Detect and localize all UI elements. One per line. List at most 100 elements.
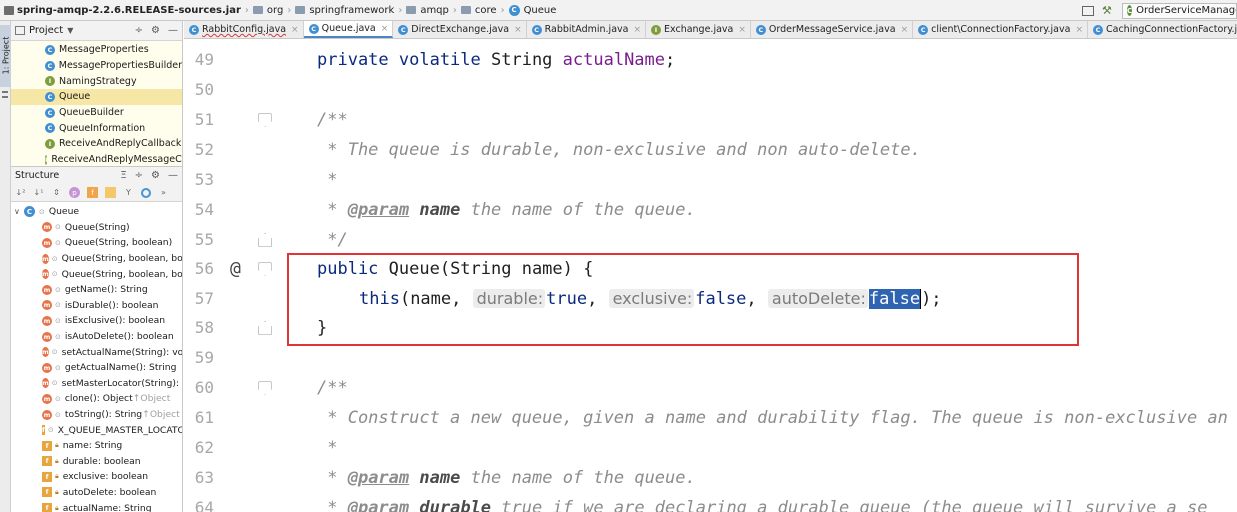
javadoc-param: name [419, 467, 461, 488]
autoscroll-icon[interactable] [141, 187, 151, 198]
structure-item[interactable]: m ⊙ clone(): Object ↑Object [11, 391, 182, 407]
comma: , [746, 288, 757, 309]
close-icon[interactable]: × [381, 24, 389, 34]
tab-directexchange[interactable]: C DirectExchange.java × [393, 21, 527, 38]
project-item-queuebuilder[interactable]: C QueueBuilder [11, 105, 182, 121]
structure-panel-header: Structure Ξ ÷ ⚙ — [11, 167, 182, 184]
project-item-namingstrategy[interactable]: I NamingStrategy [11, 73, 182, 89]
collapse-all-icon[interactable]: ÷ [135, 25, 143, 36]
structure-item[interactable]: m ⊙ setMasterLocator(String): v [11, 376, 182, 392]
structure-item[interactable]: m ⊙ toString(): String ↑Object [11, 407, 182, 423]
structure-item[interactable]: m ⊙ getName(): String [11, 282, 182, 298]
structure-item[interactable]: m ⊙ isDurable(): boolean [11, 298, 182, 314]
project-view-select[interactable]: Project [29, 25, 63, 36]
structure-item[interactable]: m ⊙ Queue(String, boolean, boo [11, 266, 182, 282]
structure-item[interactable]: m ⊙ Queue(String, boolean, boo [11, 251, 182, 267]
structure-item-label: getName(): String [64, 284, 148, 296]
comment-prefix: * [317, 467, 348, 488]
expand-all-icon[interactable]: Ξ [120, 170, 126, 181]
project-item-messageproperties[interactable]: C MessageProperties [11, 42, 182, 58]
folder-icon [460, 6, 471, 14]
project-tool-button[interactable]: 1: Project [0, 25, 11, 87]
sort-alpha-icon[interactable]: ↓² [15, 187, 26, 198]
annotation-marker-icon[interactable]: @ [230, 258, 241, 279]
method-icon: m [42, 315, 52, 326]
show-inherited-icon[interactable]: ⇕ [51, 187, 62, 198]
hide-icon[interactable]: — [168, 25, 178, 36]
structure-item[interactable]: f 🔒︎ actualName: String [11, 500, 182, 512]
field-icon: f [42, 471, 52, 482]
structure-item[interactable]: m ⊙ Queue(String, boolean) [11, 235, 182, 251]
window-icon[interactable] [1082, 5, 1094, 16]
breadcrumb-org[interactable]: org [267, 5, 283, 16]
tab-cachingconnectionfactory[interactable]: C CachingConnectionFactory.java × [1088, 21, 1237, 38]
structure-root-queue[interactable]: ∨ C ⊙ Queue [11, 204, 182, 220]
show-non-public-icon[interactable] [105, 187, 116, 198]
call-args-close: ); [921, 288, 942, 309]
line-number: 56 [194, 259, 214, 279]
run-configuration-select[interactable]: C OrderServiceManagerA [1122, 2, 1237, 19]
sort-visibility-icon[interactable]: ↓¹ [33, 187, 44, 198]
tab-rabbitadmin[interactable]: C RabbitAdmin.java × [527, 21, 647, 38]
code-editor[interactable]: 49 private volatile String actualName; 5… [184, 40, 1237, 512]
breadcrumb-jar[interactable]: spring-amqp-2.2.6.RELEASE-sources.jar [17, 5, 241, 16]
code-line: 52 * The queue is durable, non-exclusive… [184, 135, 1237, 165]
structure-item[interactable]: m ⊙ setActualName(String): void [11, 344, 182, 360]
show-properties-icon[interactable]: p [69, 187, 80, 198]
line-number: 57 [194, 289, 214, 309]
comment-text: * @param name the name of the queue. [317, 200, 696, 220]
breadcrumb-queue[interactable]: Queue [524, 5, 557, 16]
structure-item[interactable]: f 🔒︎ autoDelete: boolean [11, 485, 182, 501]
fold-marker-icon[interactable] [258, 320, 272, 335]
structure-item[interactable]: m ⊙ getActualName(): String [11, 360, 182, 376]
gear-icon[interactable]: ⚙ [151, 25, 160, 36]
tab-ordermessageservice[interactable]: C OrderMessageService.java × [751, 21, 914, 38]
breadcrumb-springframework[interactable]: springframework [309, 5, 394, 16]
line-number: 59 [194, 348, 214, 368]
structure-item[interactable]: f 🔒︎ durable: boolean [11, 454, 182, 470]
tab-exchange[interactable]: I Exchange.java × [646, 21, 751, 38]
project-item-receiveandreplycallback[interactable]: I ReceiveAndReplyCallback [11, 136, 182, 152]
show-fields-icon[interactable]: f [87, 187, 98, 198]
method-icon: m [42, 300, 52, 311]
chevron-down-icon[interactable]: ▼ [67, 26, 73, 35]
fold-marker-icon[interactable] [258, 261, 272, 276]
selected-literal[interactable]: false [868, 288, 921, 309]
class-icon: C [531, 24, 542, 35]
close-icon[interactable]: × [1075, 25, 1083, 35]
breadcrumb-amqp[interactable]: amqp [420, 5, 449, 16]
structure-item[interactable]: m ⊙ Queue(String) [11, 220, 182, 236]
project-item-receiveandreplymessagecallback[interactable]: I ReceiveAndReplyMessageCa [11, 152, 182, 166]
project-item-messagepropertiesbuilder[interactable]: C MessagePropertiesBuilder [11, 58, 182, 74]
structure-item[interactable]: f ⊙ X_QUEUE_MASTER_LOCATO [11, 422, 182, 438]
filter-icon[interactable]: Y [123, 187, 134, 198]
structure-item[interactable]: f 🔒︎ exclusive: boolean [11, 469, 182, 485]
close-icon[interactable]: × [633, 25, 641, 35]
close-icon[interactable]: × [514, 25, 522, 35]
close-icon[interactable]: × [738, 25, 746, 35]
tab-rabbitconfig[interactable]: C RabbitConfig.java × [184, 21, 304, 38]
fold-marker-icon[interactable] [258, 232, 272, 247]
more-icon[interactable]: » [158, 187, 169, 198]
structure-item[interactable]: f 🔒︎ name: String [11, 438, 182, 454]
chevron-down-icon[interactable]: ∨ [14, 207, 24, 216]
build-hammer-icon[interactable]: ⚒ [1102, 4, 1114, 17]
hide-icon[interactable]: — [168, 170, 178, 181]
structure-panel: Structure Ξ ÷ ⚙ — ↓² ↓¹ ⇕ p f Y » ∨ C ⊙ … [11, 166, 183, 512]
structure-grip-icon[interactable] [2, 91, 8, 98]
project-item-queueinformation[interactable]: C QueueInformation [11, 120, 182, 136]
fold-marker-icon[interactable] [258, 380, 272, 395]
gear-icon[interactable]: ⚙ [151, 170, 160, 181]
close-icon[interactable]: × [901, 25, 909, 35]
breadcrumb-core[interactable]: core [475, 5, 497, 16]
structure-item[interactable]: m ⊙ isAutoDelete(): boolean [11, 329, 182, 345]
close-icon[interactable]: × [291, 25, 299, 35]
project-item-queue[interactable]: C Queue [11, 89, 182, 105]
structure-item[interactable]: m ⊙ isExclusive(): boolean [11, 313, 182, 329]
comment-text: * Construct a new queue, given a name an… [317, 407, 1228, 428]
fold-marker-icon[interactable] [258, 112, 272, 127]
collapse-all-icon[interactable]: ÷ [135, 170, 143, 181]
tab-client-connectionfactory[interactable]: C client\ConnectionFactory.java × [913, 21, 1088, 38]
tab-label: Queue.java [321, 23, 376, 34]
tab-queue[interactable]: C Queue.java × [303, 21, 394, 38]
